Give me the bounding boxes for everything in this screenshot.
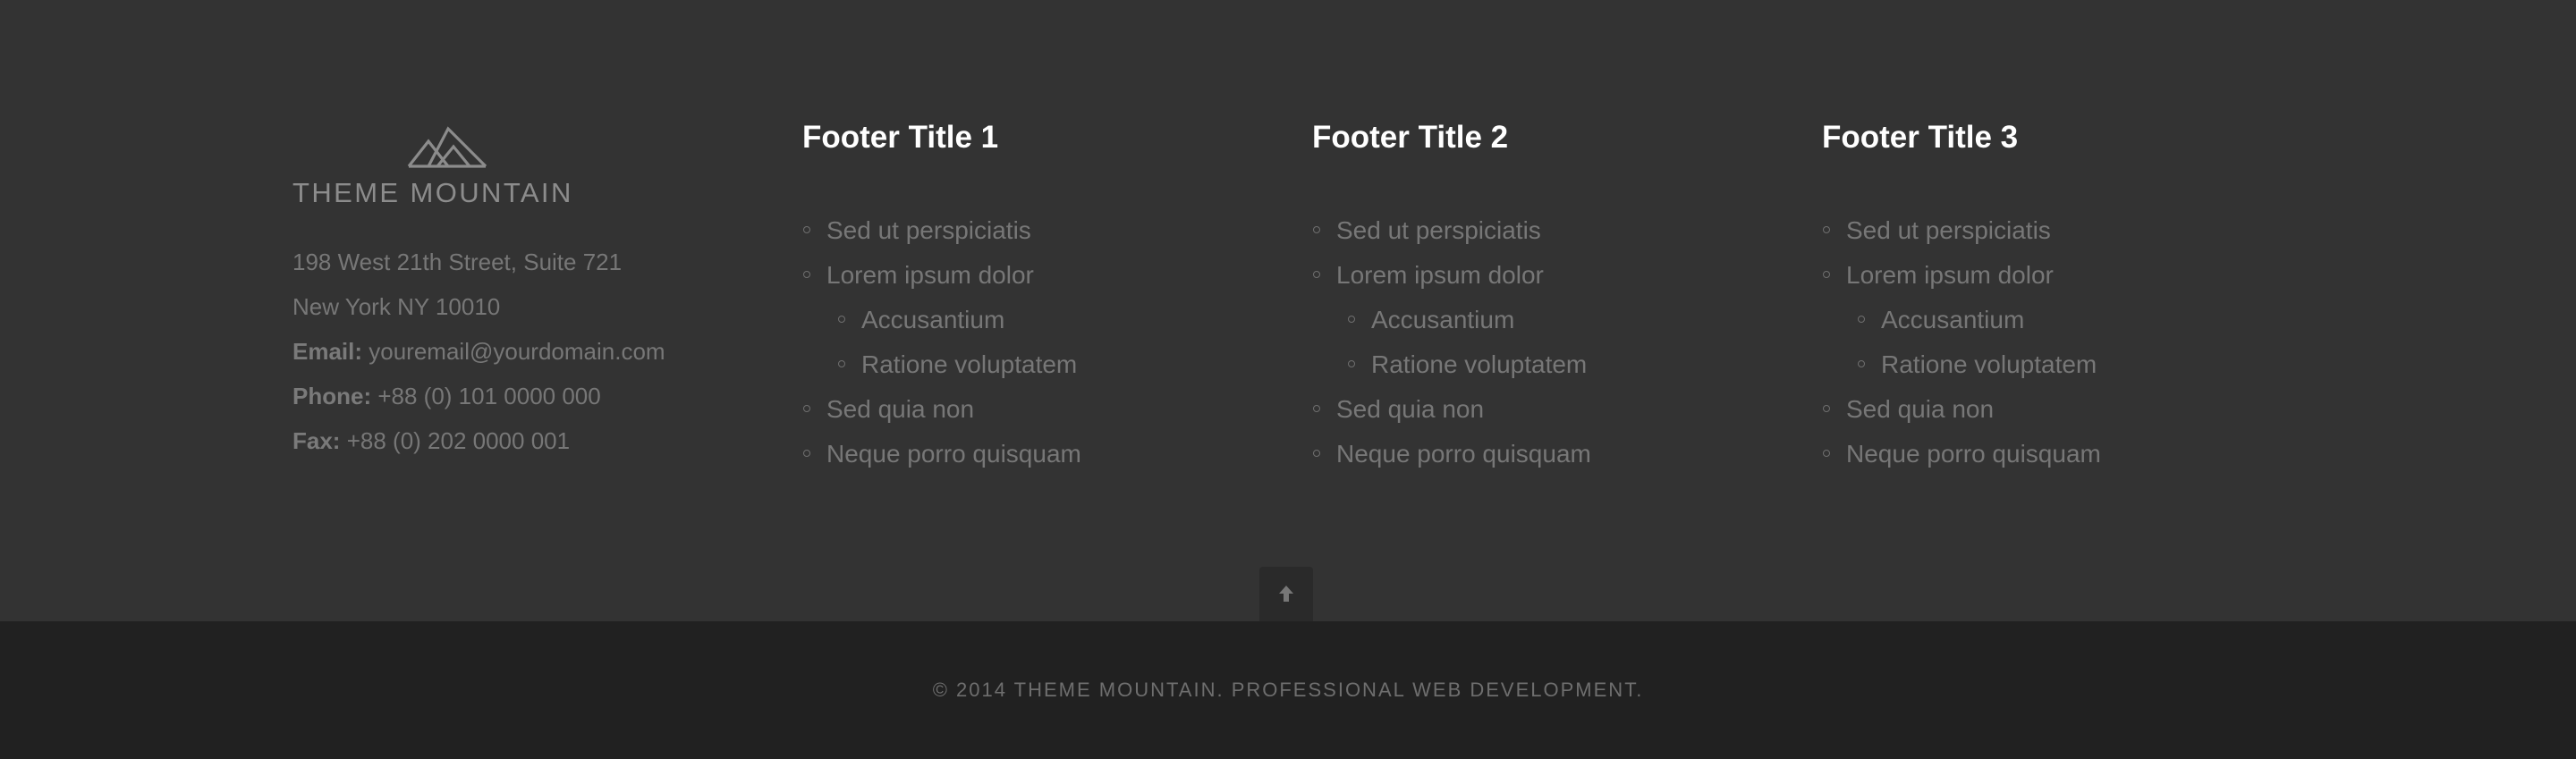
circle-bullet-icon (803, 226, 810, 233)
submenu-link[interactable]: Accusantium (1822, 298, 2101, 342)
back-to-top-button[interactable] (1259, 567, 1313, 621)
circle-bullet-icon (803, 405, 810, 412)
copyright-text: © 2014 THEME MOUNTAIN. PROFESSIONAL WEB … (932, 679, 1644, 701)
address-line-1: 198 West 21th Street, Suite 721 (292, 249, 623, 275)
menu-link[interactable]: Sed quia non (1822, 387, 2101, 432)
email-link[interactable]: youremail@yourdomain.com (369, 338, 665, 365)
menu-link[interactable]: Lorem ipsum dolor (802, 253, 1081, 298)
fax-row: Fax: +88 (0) 202 0000 001 (292, 418, 665, 463)
circle-bullet-icon (838, 360, 845, 367)
circle-bullet-icon (1858, 316, 1865, 323)
mountain-logo-icon (407, 126, 487, 168)
logo[interactable]: THEME MOUNTAIN (292, 125, 614, 211)
phone-label: Phone: (292, 383, 372, 409)
footer-menu: Sed ut perspiciatis Lorem ipsum dolor Ac… (1822, 208, 2101, 476)
fax-label: Fax: (292, 427, 341, 454)
circle-bullet-icon (1823, 405, 1830, 412)
menu-link[interactable]: Lorem ipsum dolor (1822, 253, 2101, 298)
circle-bullet-icon (1313, 405, 1320, 412)
circle-bullet-icon (1313, 226, 1320, 233)
menu-link[interactable]: Neque porro quisquam (802, 432, 1081, 476)
submenu-link[interactable]: Ratione voluptatem (1822, 342, 2101, 387)
circle-bullet-icon (1823, 271, 1830, 278)
menu-link[interactable]: Neque porro quisquam (1822, 432, 2101, 476)
address-line-2: New York NY 10010 (292, 293, 501, 320)
submenu-link[interactable]: Accusantium (1312, 298, 1591, 342)
submenu-link[interactable]: Ratione voluptatem (1312, 342, 1591, 387)
menu-link[interactable]: Sed ut perspiciatis (802, 208, 1081, 253)
submenu-link[interactable]: Ratione voluptatem (802, 342, 1081, 387)
submenu-link[interactable]: Accusantium (802, 298, 1081, 342)
circle-bullet-icon (1313, 450, 1320, 457)
menu-link[interactable]: Sed quia non (1312, 387, 1591, 432)
circle-bullet-icon (1348, 316, 1355, 323)
menu-link[interactable]: Lorem ipsum dolor (1312, 253, 1591, 298)
footer-menu: Sed ut perspiciatis Lorem ipsum dolor Ac… (1312, 208, 1591, 476)
contact-info: 198 West 21th Street, Suite 721 New York… (292, 240, 665, 463)
circle-bullet-icon (1823, 226, 1830, 233)
footer-title: Footer Title 1 (802, 120, 999, 155)
circle-bullet-icon (803, 271, 810, 278)
circle-bullet-icon (1823, 450, 1830, 457)
menu-link[interactable]: Sed quia non (802, 387, 1081, 432)
menu-link[interactable]: Sed ut perspiciatis (1312, 208, 1591, 253)
arrow-up-icon (1279, 586, 1293, 602)
menu-link[interactable]: Neque porro quisquam (1312, 432, 1591, 476)
footer-title: Footer Title 2 (1312, 120, 1509, 155)
footer-main: THEME MOUNTAIN 198 West 21th Street, Sui… (0, 0, 2576, 621)
footer-title: Footer Title 3 (1822, 120, 2019, 155)
menu-link[interactable]: Sed ut perspiciatis (1822, 208, 2101, 253)
circle-bullet-icon (803, 450, 810, 457)
footer-menu: Sed ut perspiciatis Lorem ipsum dolor Ac… (802, 208, 1081, 476)
email-label: Email: (292, 338, 363, 365)
logo-text: THEME MOUNTAIN (292, 177, 573, 208)
phone-value: +88 (0) 101 0000 000 (377, 383, 601, 409)
circle-bullet-icon (1348, 360, 1355, 367)
phone-row: Phone: +88 (0) 101 0000 000 (292, 374, 665, 418)
circle-bullet-icon (1313, 271, 1320, 278)
circle-bullet-icon (1858, 360, 1865, 367)
circle-bullet-icon (838, 316, 845, 323)
fax-value: +88 (0) 202 0000 001 (346, 427, 571, 454)
email-row: Email: youremail@yourdomain.com (292, 329, 665, 374)
